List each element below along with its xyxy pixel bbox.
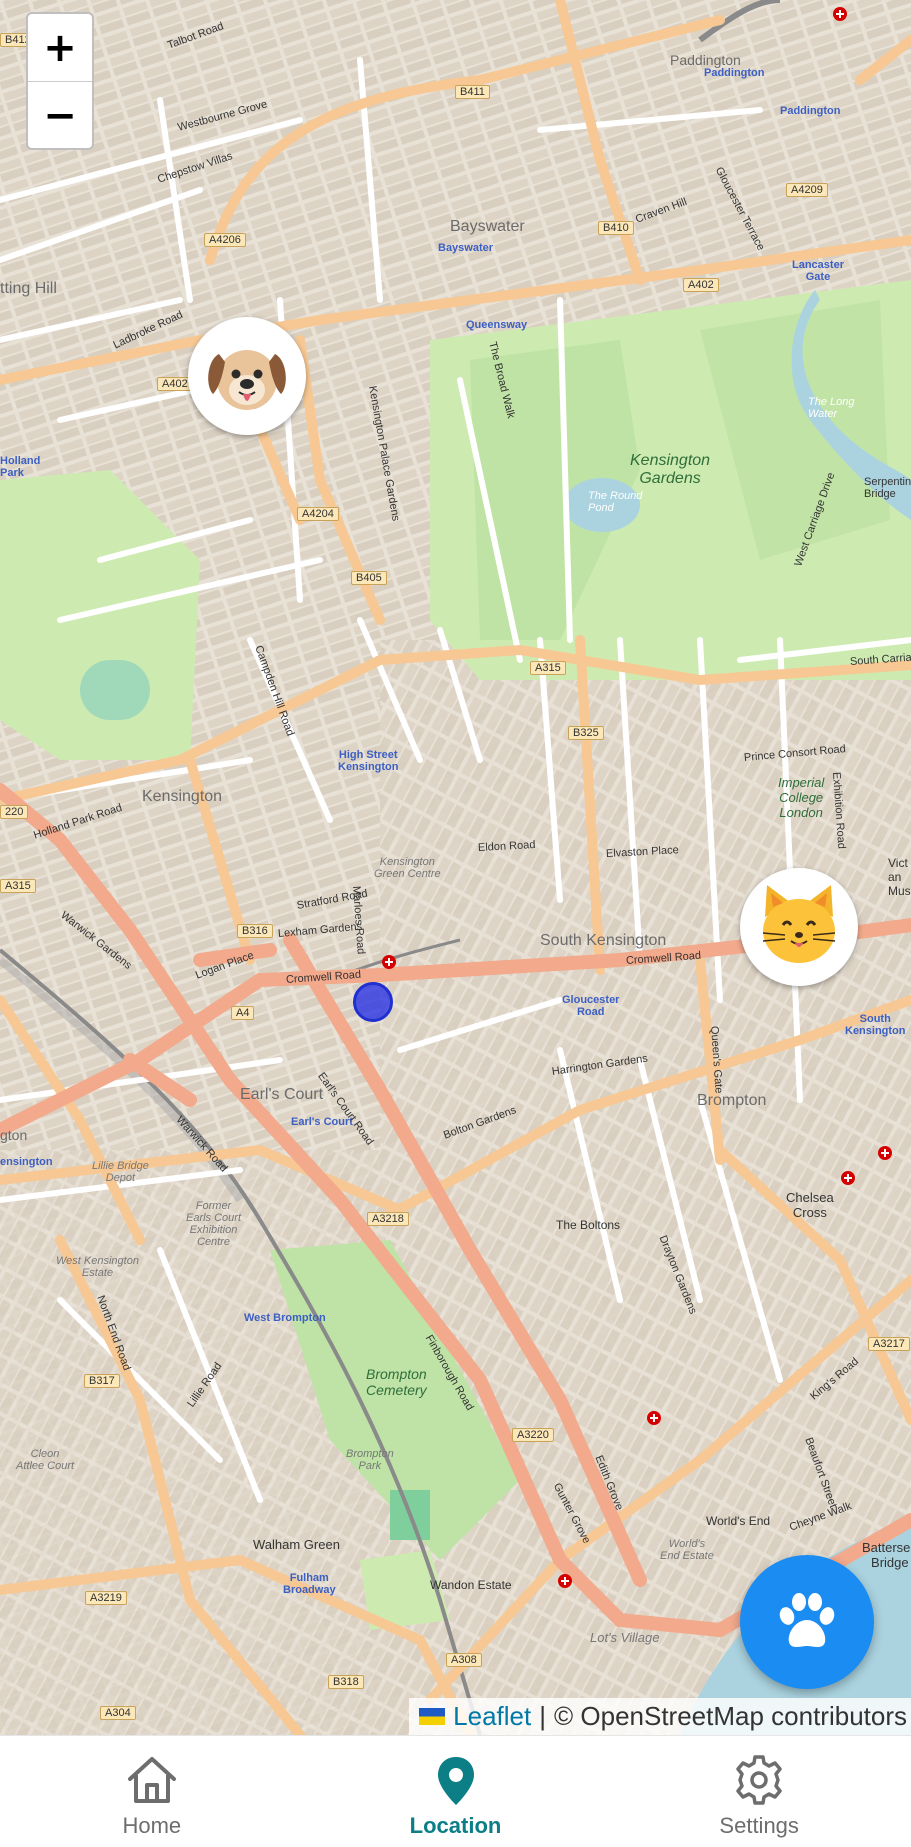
- map-view[interactable]: Paddington Paddington Paddington Bayswat…: [0, 0, 911, 1735]
- ukraine-flag-icon: [419, 1708, 446, 1725]
- bottom-nav: Home Location Settings: [0, 1735, 911, 1847]
- nav-location[interactable]: Location: [304, 1736, 608, 1847]
- dog-marker[interactable]: [188, 317, 306, 435]
- map-attribution: Leaflet | © OpenStreetMap contributors: [409, 1698, 911, 1735]
- paw-icon: [779, 1593, 835, 1647]
- round-pond: [564, 478, 640, 532]
- nav-home-label: Home: [122, 1813, 182, 1838]
- osm-attribution[interactable]: © OpenStreetMap contributors: [554, 1701, 907, 1732]
- home-icon: [127, 1757, 176, 1803]
- nav-home[interactable]: Home: [0, 1736, 304, 1847]
- cat-marker[interactable]: [740, 868, 858, 986]
- attribution-separator: |: [539, 1701, 546, 1731]
- dog-face-icon: [208, 350, 286, 410]
- gear-icon: [736, 1755, 782, 1805]
- leaflet-link[interactable]: Leaflet: [453, 1701, 531, 1732]
- cat-face-icon: [762, 885, 836, 963]
- nav-settings-label: Settings: [719, 1813, 799, 1838]
- zoom-control: + −: [26, 12, 94, 150]
- paw-fab-button[interactable]: [740, 1555, 874, 1689]
- nav-settings[interactable]: Settings: [607, 1736, 911, 1847]
- map-tiles: [0, 0, 911, 1735]
- nav-location-label: Location: [409, 1813, 502, 1838]
- zoom-in-button[interactable]: +: [28, 14, 92, 82]
- zoom-out-button[interactable]: −: [28, 82, 92, 149]
- current-location-dot: [353, 982, 393, 1022]
- location-pin-icon: [437, 1757, 474, 1805]
